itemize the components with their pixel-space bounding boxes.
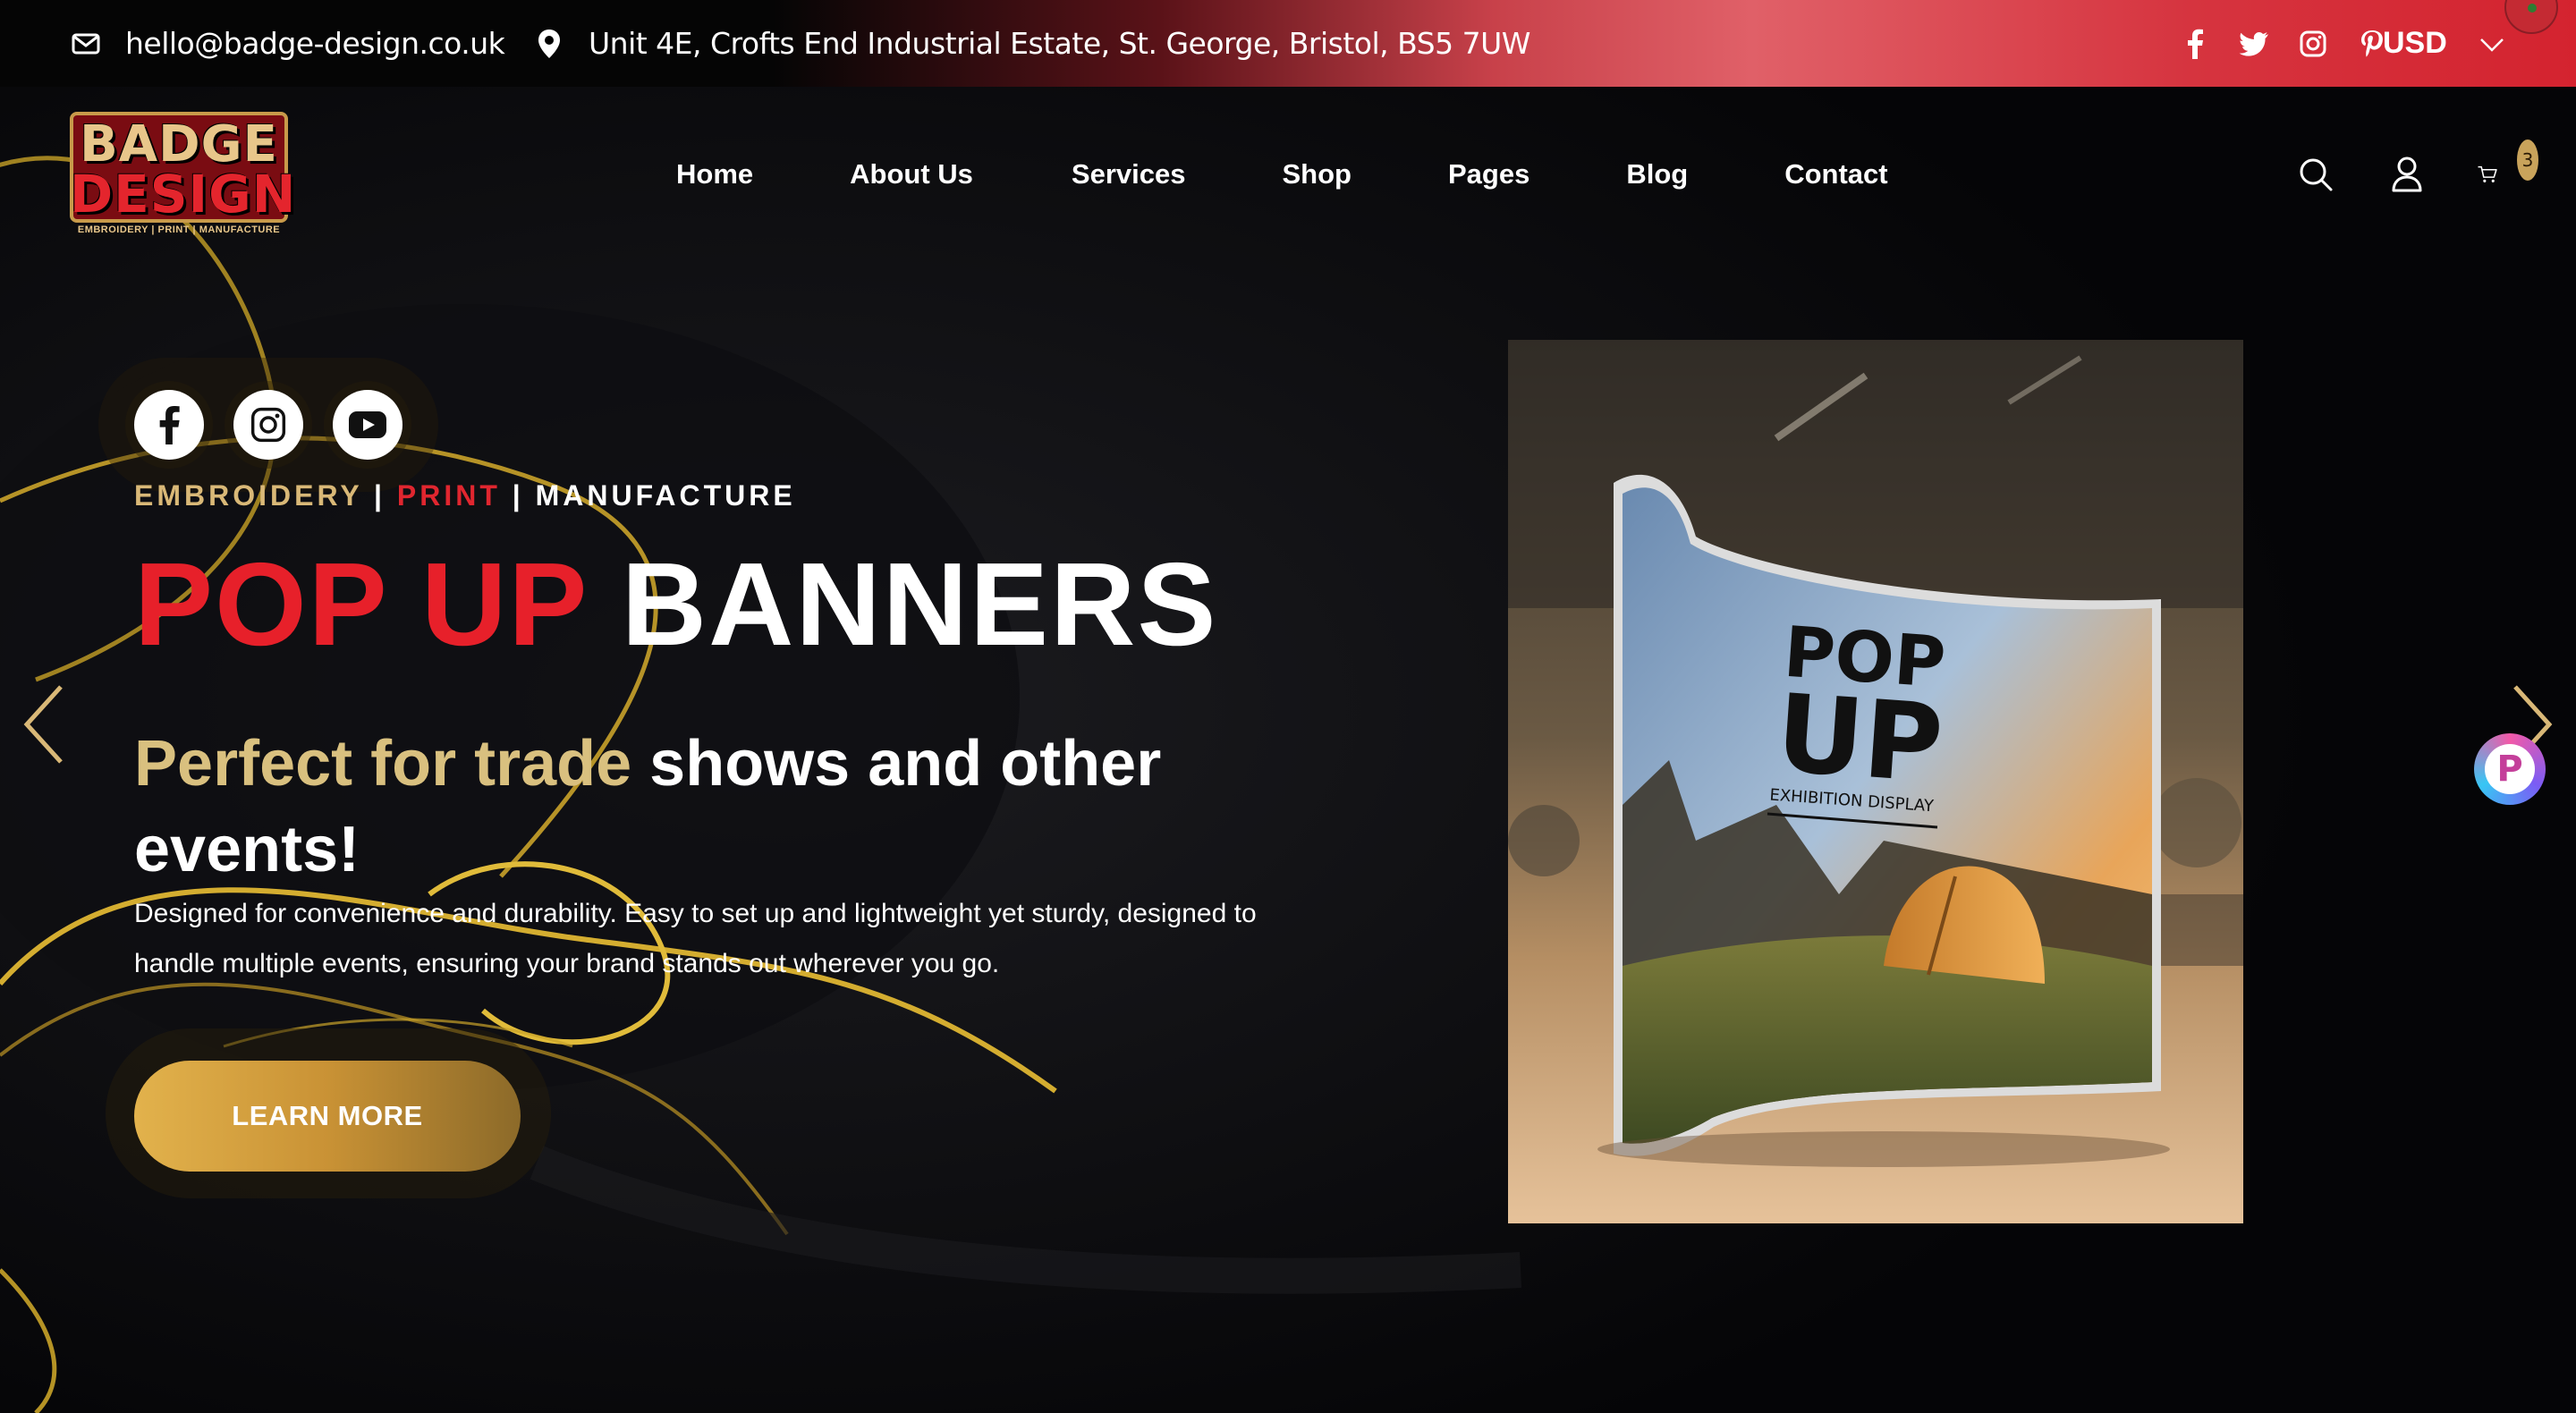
- assistant-logo-icon: P: [2485, 744, 2535, 794]
- nav-about-us[interactable]: About Us: [850, 158, 973, 190]
- map-pin-icon: [533, 28, 565, 60]
- facebook-icon[interactable]: [134, 390, 204, 460]
- logo-line-2: DESIGN: [70, 164, 297, 224]
- top-bar: hello@badge-design.co.uk Unit 4E, Crofts…: [0, 0, 2576, 87]
- hero-product-image: POP UP EXHIBITION DISPLAY: [1508, 340, 2243, 1223]
- instagram-icon[interactable]: [233, 390, 303, 460]
- eyebrow-separator: |: [500, 479, 536, 512]
- subhead-gold: Perfect for trade: [134, 728, 632, 800]
- slider-prev-arrow-icon[interactable]: [18, 680, 72, 769]
- site-header: BADGE DESIGN EMBROIDERY | PRINT | MANUFA…: [0, 87, 2576, 261]
- address-text: Unit 4E, Crofts End Industrial Estate, S…: [589, 26, 1530, 61]
- hero-headline: POP UP BANNERS: [134, 546, 1217, 664]
- nav-services[interactable]: Services: [1072, 158, 1186, 190]
- topbar-socials: [2179, 0, 2388, 87]
- youtube-icon[interactable]: [333, 390, 402, 460]
- headline-white: BANNERS: [621, 538, 1218, 670]
- cart-count-badge: 3: [2516, 139, 2538, 181]
- currency-selector[interactable]: USD: [2383, 0, 2504, 87]
- site-logo[interactable]: BADGE DESIGN EMBROIDERY | PRINT | MANUFA…: [70, 112, 297, 235]
- email-text[interactable]: hello@badge-design.co.uk: [125, 26, 505, 61]
- eyebrow-manufacture: MANUFACTURE: [535, 479, 796, 512]
- twitter-icon[interactable]: [2238, 28, 2270, 60]
- facebook-icon[interactable]: [2179, 28, 2211, 60]
- contact-address: Unit 4E, Crofts End Industrial Estate, S…: [533, 0, 1530, 87]
- nav-contact[interactable]: Contact: [1784, 158, 1887, 190]
- nav-blog[interactable]: Blog: [1626, 158, 1688, 190]
- status-dot-icon: [2504, 0, 2558, 34]
- envelope-icon: [70, 28, 102, 60]
- hero-socials: [98, 358, 438, 492]
- nav-pages[interactable]: Pages: [1448, 158, 1530, 190]
- eyebrow-print: PRINT: [396, 479, 501, 512]
- currency-label: USD: [2383, 26, 2447, 60]
- main-nav: Home About Us Services Shop Pages Blog C…: [676, 87, 1888, 261]
- hero-eyebrow: EMBROIDERY | PRINT | MANUFACTURE: [134, 479, 796, 512]
- banner-print-text: POP UP EXHIBITION DISPLAY: [1769, 613, 1948, 816]
- hero-subheading: Perfect for trade shows and other events…: [134, 721, 1225, 893]
- instagram-icon[interactable]: [2297, 28, 2329, 60]
- nav-shop[interactable]: Shop: [1282, 158, 1352, 190]
- floating-assistant-button[interactable]: P: [2474, 733, 2546, 805]
- hero-description: Designed for convenience and durability.…: [134, 899, 1257, 978]
- header-actions: 3: [2295, 87, 2538, 261]
- eyebrow-embroidery: EMBROIDERY: [134, 479, 363, 512]
- user-icon[interactable]: [2386, 154, 2428, 195]
- contact-email[interactable]: hello@badge-design.co.uk: [70, 0, 505, 87]
- cart-icon[interactable]: 3: [2478, 139, 2538, 195]
- learn-more-button[interactable]: LEARN MORE: [134, 1061, 521, 1172]
- eyebrow-separator: |: [362, 479, 397, 512]
- logo-tagline: EMBROIDERY | PRINT | MANUFACTURE: [77, 224, 281, 235]
- headline-red: POP UP: [134, 538, 588, 670]
- nav-home[interactable]: Home: [676, 158, 753, 190]
- chevron-down-icon: [2479, 26, 2504, 61]
- search-icon[interactable]: [2295, 154, 2336, 195]
